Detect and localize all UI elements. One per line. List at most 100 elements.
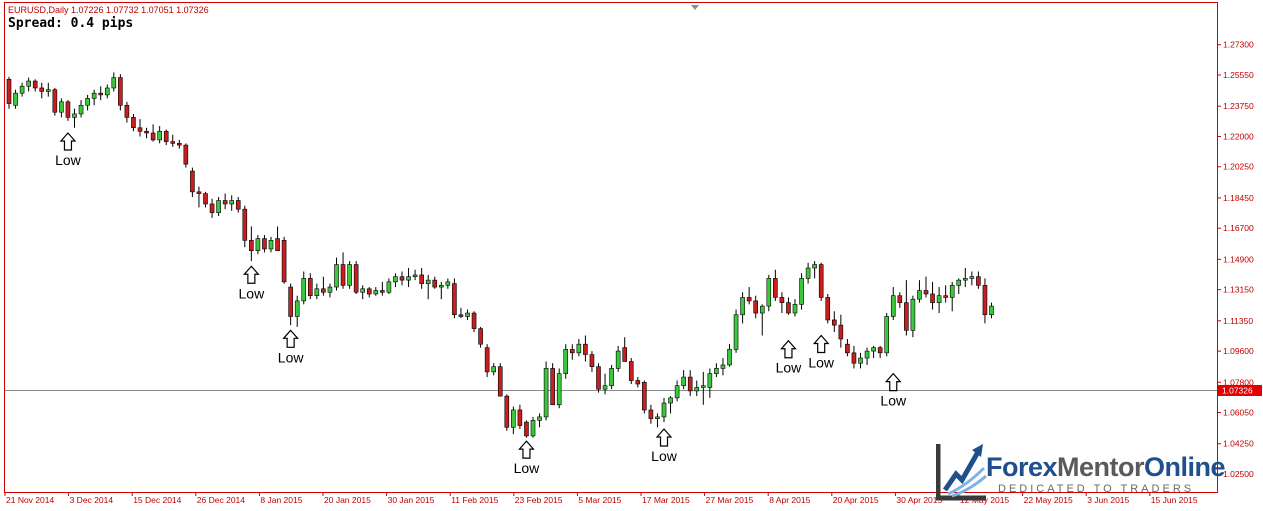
candle-body-bear bbox=[622, 347, 628, 362]
candle-body-bull bbox=[956, 279, 962, 286]
candle-body-bull bbox=[26, 80, 31, 87]
candle-body-bull bbox=[609, 368, 614, 387]
candle-body-bear bbox=[471, 312, 477, 329]
chart-shift-marker[interactable] bbox=[691, 5, 699, 10]
low-label: Low bbox=[514, 460, 541, 476]
candle-body-bear bbox=[687, 376, 693, 392]
candle-body-bull bbox=[661, 402, 667, 418]
candle bbox=[91, 89, 97, 106]
candle bbox=[589, 351, 595, 372]
candle bbox=[425, 274, 431, 300]
candle bbox=[360, 285, 366, 300]
candle-body-bull bbox=[556, 373, 562, 406]
candle bbox=[406, 268, 411, 288]
x-tick-label: 8 Apr 2015 bbox=[769, 495, 810, 505]
candle bbox=[301, 271, 307, 305]
candle bbox=[884, 313, 890, 357]
candle-body-bear bbox=[648, 409, 654, 419]
candle-body-bull bbox=[792, 304, 798, 314]
price-tag-label: 1.07326 bbox=[1222, 385, 1253, 395]
candle bbox=[294, 295, 300, 327]
low-annotation: Low bbox=[514, 440, 541, 476]
candle-body-bull bbox=[655, 416, 660, 419]
candle-body-bear bbox=[628, 361, 634, 381]
candle bbox=[897, 292, 903, 308]
candle bbox=[910, 295, 916, 338]
candle-body-bear bbox=[524, 421, 529, 437]
candle bbox=[242, 205, 248, 248]
low-annotation: Low bbox=[776, 339, 802, 376]
candle-body-bear bbox=[242, 208, 248, 241]
candle bbox=[949, 281, 955, 312]
x-tick-label: 15 Dec 2014 bbox=[133, 495, 181, 505]
up-arrow-icon bbox=[243, 265, 260, 284]
candle-body-bear bbox=[642, 381, 647, 411]
candle bbox=[321, 276, 326, 296]
candle bbox=[190, 167, 195, 198]
candle bbox=[825, 293, 831, 324]
candle bbox=[602, 373, 608, 395]
candle bbox=[137, 119, 143, 137]
candle-body-bear bbox=[380, 290, 385, 293]
candle-body-bear bbox=[452, 283, 457, 316]
candle-body-bull bbox=[255, 238, 261, 252]
candle bbox=[163, 129, 169, 146]
x-tick-label: 5 Mar 2015 bbox=[578, 495, 621, 505]
candle-body-bear bbox=[569, 349, 575, 354]
candle bbox=[943, 285, 948, 303]
candle bbox=[419, 268, 424, 289]
candle-body-bull bbox=[799, 278, 804, 305]
candle-body-bull bbox=[884, 316, 890, 354]
candle bbox=[98, 86, 103, 101]
candle-body-bull bbox=[727, 349, 732, 366]
low-label: Low bbox=[651, 448, 678, 464]
candle-body-bull bbox=[871, 347, 876, 352]
candle bbox=[648, 404, 654, 424]
candle bbox=[32, 79, 38, 92]
candle-body-bear bbox=[753, 300, 759, 314]
candle bbox=[340, 252, 346, 289]
candle bbox=[386, 278, 392, 294]
candle bbox=[39, 82, 45, 99]
candle bbox=[635, 377, 641, 388]
candle bbox=[177, 139, 182, 149]
candle bbox=[890, 287, 896, 320]
candle-body-bull bbox=[511, 409, 516, 428]
candle-body-bear bbox=[262, 238, 267, 250]
candle-body-bull bbox=[491, 366, 497, 373]
candle-body-bear bbox=[235, 200, 241, 210]
candle bbox=[864, 347, 870, 365]
candle-body-bear bbox=[851, 352, 857, 364]
price-chart[interactable]: 1.27300 1.25550 1.23750 1.22000 1.20250 1.184… bbox=[0, 0, 1263, 511]
candle-body-bear bbox=[746, 297, 752, 302]
candle-body-bear bbox=[209, 203, 215, 213]
candle-body-bull bbox=[314, 288, 320, 297]
candle bbox=[923, 276, 929, 298]
candle bbox=[681, 370, 686, 390]
candle bbox=[229, 195, 234, 211]
candle-body-bull bbox=[327, 286, 333, 293]
candle bbox=[432, 276, 438, 289]
candle bbox=[733, 309, 739, 353]
candle-body-bear bbox=[131, 117, 136, 129]
candle bbox=[661, 397, 667, 423]
low-label: Low bbox=[808, 355, 835, 371]
candle-body-bear bbox=[838, 324, 844, 340]
candle bbox=[569, 344, 575, 360]
candle-body-bear bbox=[281, 240, 287, 283]
candle bbox=[858, 352, 863, 369]
candle bbox=[26, 77, 31, 92]
candle bbox=[445, 278, 451, 289]
candle-body-bear bbox=[589, 354, 595, 367]
candle bbox=[543, 361, 549, 421]
candle-body-bear bbox=[65, 101, 71, 118]
candle bbox=[249, 226, 254, 262]
candle bbox=[255, 235, 261, 255]
x-tick-label: 11 Feb 2015 bbox=[451, 495, 498, 505]
candle bbox=[956, 278, 962, 294]
candle bbox=[537, 413, 542, 428]
y-tick-label: 1.11350 bbox=[1223, 316, 1253, 326]
candle bbox=[497, 363, 503, 397]
candle bbox=[576, 338, 582, 357]
candle bbox=[157, 126, 162, 144]
